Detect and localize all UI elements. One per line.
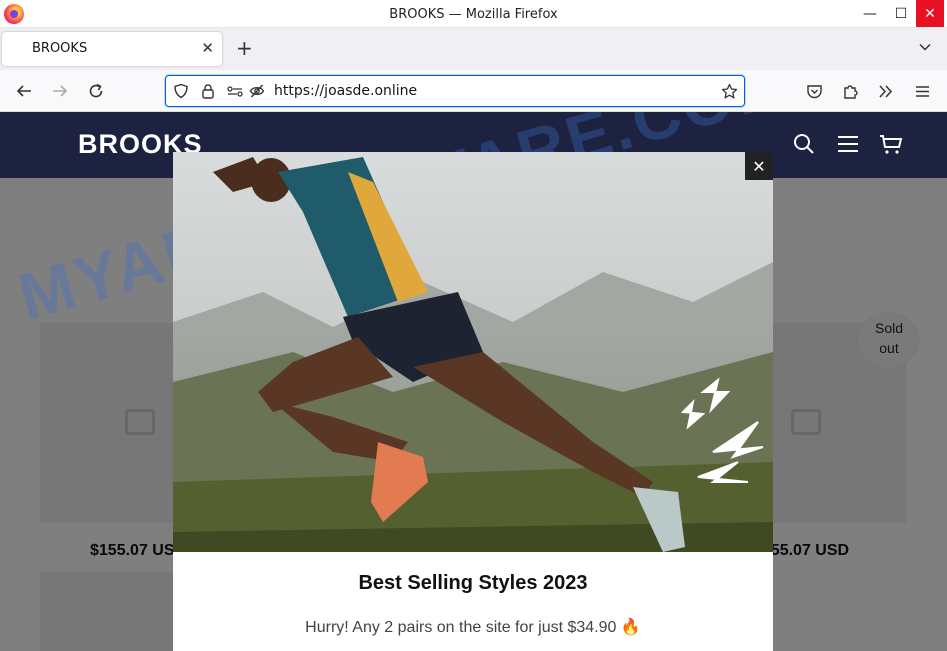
reload-button[interactable]	[85, 80, 107, 102]
modal-close-button[interactable]: ✕	[745, 152, 773, 180]
tracking-blocked-icon[interactable]	[248, 82, 266, 100]
hamburger-icon	[915, 85, 929, 97]
web-page: BROOKS Sold out $155.07 USD $155.07 USD …	[0, 112, 947, 651]
promo-modal: ✕ Best Selling Styles 2023 Hurry! Any 2 …	[173, 152, 773, 651]
reload-icon	[89, 83, 103, 98]
chevron-down-icon[interactable]	[918, 40, 932, 54]
modal-title: Best Selling Styles 2023	[358, 572, 588, 594]
bookmark-star-icon[interactable]	[720, 82, 738, 100]
search-icon[interactable]	[792, 132, 816, 156]
cart-icon[interactable]	[879, 132, 903, 156]
arrow-right-icon	[53, 85, 68, 97]
maximize-button[interactable]: ☐	[884, 0, 918, 27]
close-window-button[interactable]: ✕	[916, 0, 944, 27]
double-chevron-right-icon	[878, 84, 892, 98]
new-tab-button[interactable]: +	[236, 36, 253, 60]
forward-button[interactable]	[49, 80, 71, 102]
menu-icon[interactable]	[836, 132, 860, 156]
pocket-icon	[806, 84, 822, 98]
permissions-icon[interactable]	[226, 82, 244, 100]
window-titlebar: BROOKS — Mozilla Firefox — ☐ ✕	[0, 0, 947, 28]
arrow-left-icon	[16, 85, 31, 97]
tab-label: BROOKS	[32, 41, 88, 56]
menu-button[interactable]	[911, 80, 933, 102]
overflow-button[interactable]	[874, 80, 896, 102]
lock-icon[interactable]	[199, 82, 217, 100]
address-bar[interactable]: https://joasde.online	[165, 75, 745, 107]
minimize-button[interactable]: —	[853, 0, 887, 27]
url-text[interactable]: https://joasde.online	[274, 83, 417, 99]
back-button[interactable]	[13, 80, 35, 102]
shield-icon[interactable]	[172, 82, 190, 100]
tab-close-button[interactable]: ✕	[201, 39, 214, 57]
tab-strip: BROOKS ✕ +	[0, 28, 947, 70]
pocket-button[interactable]	[803, 80, 825, 102]
navigation-bar: https://joasde.online	[0, 70, 947, 112]
tab-brooks[interactable]: BROOKS ✕	[2, 32, 222, 66]
runner-photo	[173, 152, 773, 552]
extensions-button[interactable]	[839, 80, 861, 102]
modal-subtitle: Hurry! Any 2 pairs on the site for just …	[305, 619, 641, 636]
puzzle-icon	[843, 84, 858, 99]
window-title: BROOKS — Mozilla Firefox	[389, 7, 558, 22]
